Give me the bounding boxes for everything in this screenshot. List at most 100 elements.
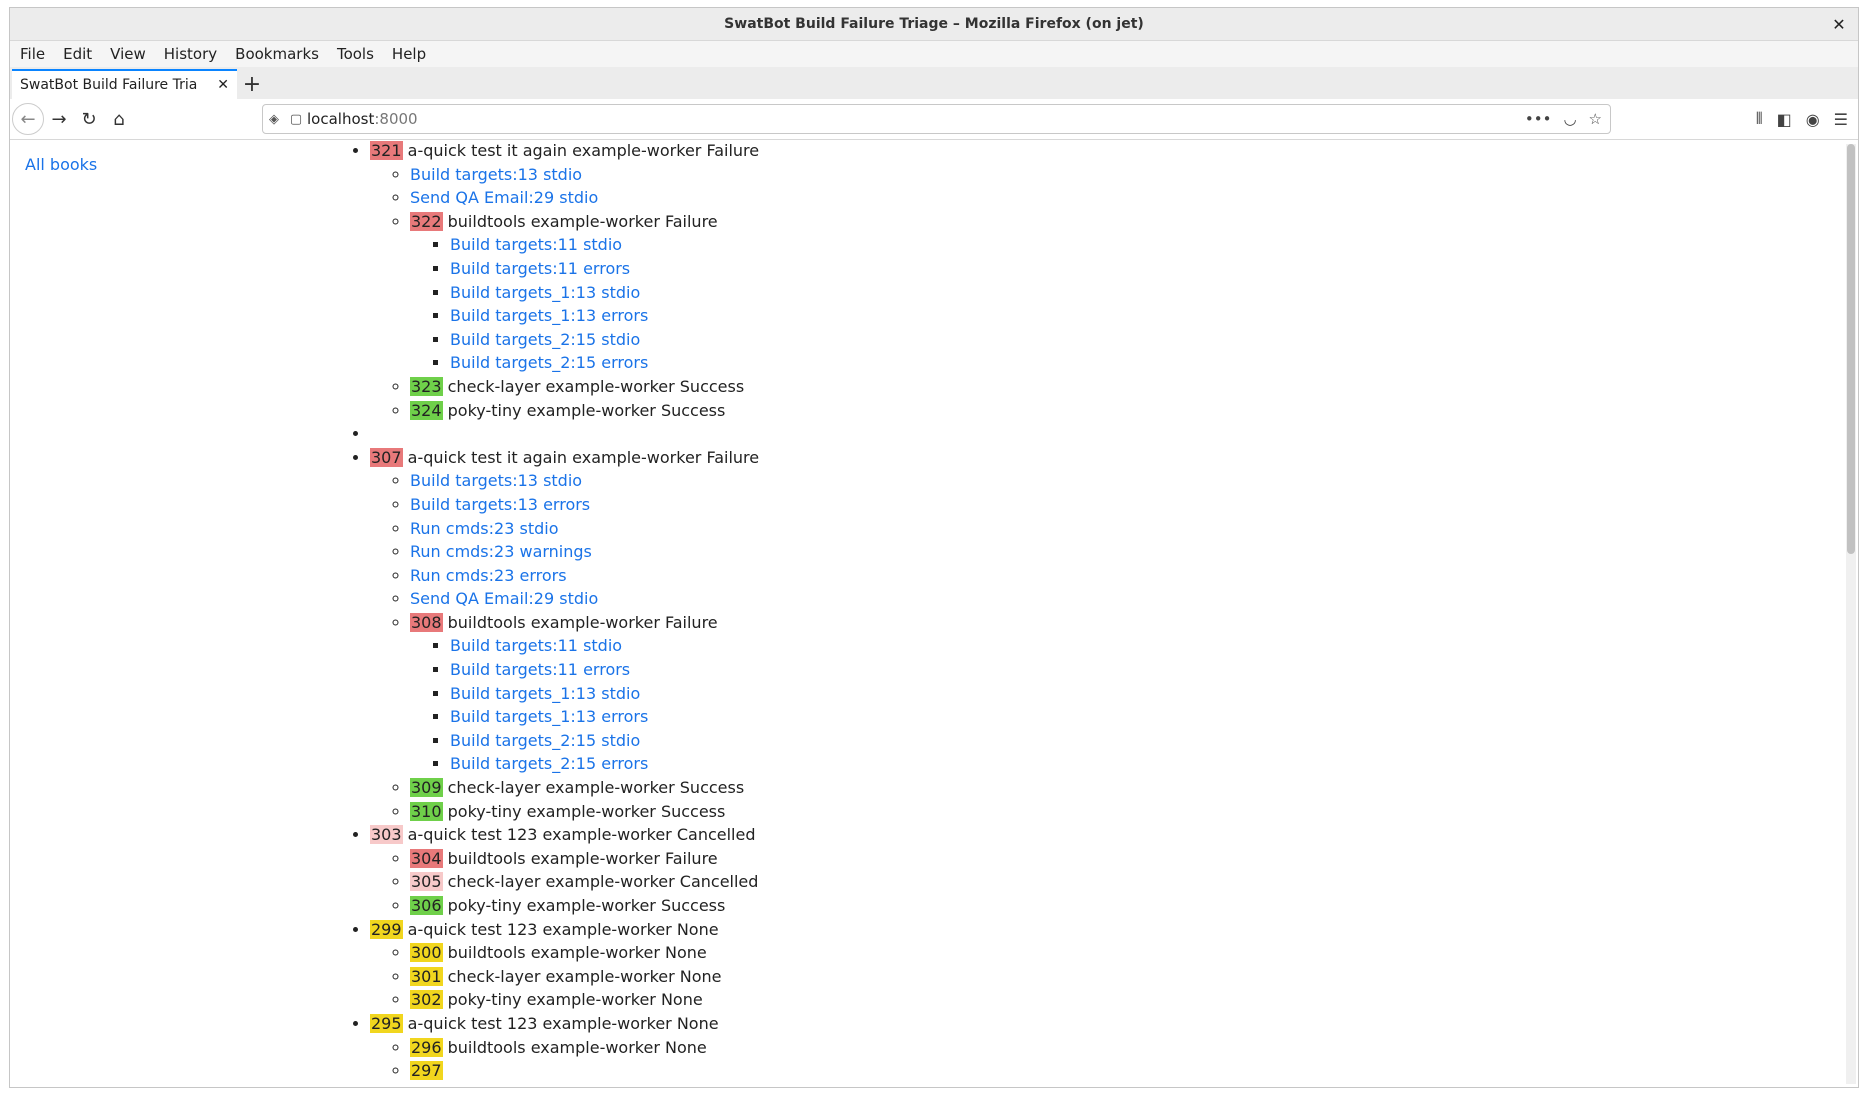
build-label: a-quick test it again example-worker Fai… bbox=[402, 447, 760, 467]
sub-build-item: 322 buildtools example-worker Failure Bui… bbox=[410, 210, 759, 375]
more-actions-icon[interactable]: ••• bbox=[1525, 110, 1552, 128]
sub-build-item: 306 poky-tiny example-worker Success bbox=[410, 894, 759, 918]
menu-view[interactable]: View bbox=[110, 45, 146, 63]
build-id-badge: 303 bbox=[370, 825, 403, 845]
build-id-badge: 324 bbox=[410, 400, 443, 420]
account-icon[interactable]: ◉ bbox=[1806, 110, 1820, 129]
step-item: Build targets:13 stdio bbox=[410, 469, 759, 493]
step-log-link[interactable]: Send QA Email:29 stdio bbox=[410, 589, 598, 608]
bookmark-star-icon[interactable]: ☆ bbox=[1589, 110, 1602, 128]
build-label: a-quick test 123 example-worker None bbox=[402, 919, 719, 939]
build-id-badge: 322 bbox=[410, 211, 443, 231]
reload-button[interactable]: ↻ bbox=[74, 104, 104, 134]
step-log-link[interactable]: Run cmds:23 errors bbox=[410, 566, 567, 585]
menu-bookmarks[interactable]: Bookmarks bbox=[235, 45, 319, 63]
step-item: Build targets_1:13 errors bbox=[450, 304, 759, 328]
tab-active[interactable]: SwatBot Build Failure Tria ✕ bbox=[12, 69, 237, 99]
url-bar[interactable]: ◈ ▢ localhost:8000 ••• ◡ ☆ bbox=[262, 104, 1611, 134]
all-books-link[interactable]: All books bbox=[25, 155, 97, 174]
build-label: a-quick test 123 example-worker None bbox=[402, 1013, 719, 1033]
step-log-link[interactable]: Build targets:13 stdio bbox=[410, 471, 582, 490]
step-log-link[interactable]: Build targets_1:13 errors bbox=[450, 707, 648, 726]
hamburger-menu-icon[interactable]: ☰ bbox=[1834, 110, 1848, 129]
home-button[interactable]: ⌂ bbox=[104, 104, 134, 134]
scrollbar[interactable] bbox=[1846, 144, 1856, 1084]
build-label: buildtools example-worker None bbox=[442, 1037, 707, 1057]
new-tab-button[interactable]: + bbox=[237, 69, 267, 99]
sub-build-item: 308 buildtools example-worker Failure Bui… bbox=[410, 611, 759, 776]
pocket-icon[interactable]: ◡ bbox=[1563, 110, 1576, 128]
build-label: poky-tiny example-worker Success bbox=[442, 896, 726, 915]
step-log-link[interactable]: Send QA Email:29 stdio bbox=[410, 188, 598, 207]
build-id-badge: 302 bbox=[410, 990, 443, 1010]
menu-tools[interactable]: Tools bbox=[337, 45, 374, 63]
close-icon[interactable]: ✕ bbox=[1828, 13, 1850, 35]
build-id-badge: 297 bbox=[410, 1061, 443, 1081]
step-item: Build targets_1:13 errors bbox=[450, 705, 759, 729]
back-button[interactable]: ← bbox=[12, 103, 44, 135]
sub-build-item: 304 buildtools example-worker Failure bbox=[410, 847, 759, 871]
build-label: buildtools example-worker Failure bbox=[442, 612, 718, 632]
title-bar: SwatBot Build Failure Triage – Mozilla F… bbox=[10, 8, 1858, 41]
step-log-link[interactable]: Build targets:13 errors bbox=[410, 495, 590, 514]
step-log-link[interactable]: Build targets:13 stdio bbox=[410, 165, 582, 184]
step-item: Build targets_1:13 stdio bbox=[450, 682, 759, 706]
build-label: a-quick test 123 example-worker Cancelle… bbox=[402, 825, 756, 845]
forward-button[interactable]: → bbox=[44, 104, 74, 134]
sub-build-item: 301 check-layer example-worker None bbox=[410, 965, 759, 989]
menu-history[interactable]: History bbox=[164, 45, 217, 63]
step-item: Build targets_2:15 errors bbox=[450, 351, 759, 375]
tab-close-icon[interactable]: ✕ bbox=[217, 77, 229, 93]
step-log-link[interactable]: Build targets:11 errors bbox=[450, 660, 630, 679]
library-icon[interactable]: ⫴ bbox=[1756, 109, 1763, 129]
build-item: 299 a-quick test 123 example-worker None… bbox=[370, 918, 759, 1012]
tab-strip: SwatBot Build Failure Tria ✕ + bbox=[10, 67, 1858, 99]
scrollbar-thumb[interactable] bbox=[1847, 144, 1855, 554]
sub-build-item: 297 bbox=[410, 1059, 759, 1083]
sub-build-item: 324 poky-tiny example-worker Success bbox=[410, 399, 759, 423]
step-log-link[interactable]: Build targets_1:13 stdio bbox=[450, 283, 640, 302]
step-item: Build targets:13 errors bbox=[410, 493, 759, 517]
step-log-link[interactable]: Build targets_2:15 stdio bbox=[450, 731, 640, 750]
step-log-link[interactable]: Run cmds:23 stdio bbox=[410, 519, 558, 538]
build-label: poky-tiny example-worker None bbox=[442, 990, 703, 1010]
step-item: Build targets:13 stdio bbox=[410, 163, 759, 187]
build-label: buildtools example-worker Failure bbox=[442, 211, 718, 231]
build-id-badge: 295 bbox=[370, 1013, 403, 1033]
step-log-link[interactable]: Build targets:11 stdio bbox=[450, 636, 622, 655]
build-id-badge: 296 bbox=[410, 1037, 443, 1057]
step-log-link[interactable]: Build targets:11 stdio bbox=[450, 235, 622, 254]
shield-icon[interactable]: ◈ bbox=[263, 112, 285, 127]
step-log-link[interactable]: Build targets_1:13 errors bbox=[450, 306, 648, 325]
sub-build-item: 296 buildtools example-worker None bbox=[410, 1036, 759, 1060]
step-log-link[interactable]: Build targets_2:15 errors bbox=[450, 754, 648, 773]
menu-edit[interactable]: Edit bbox=[63, 45, 92, 63]
build-label: poky-tiny example-worker Success bbox=[442, 801, 726, 821]
step-log-link[interactable]: Build targets_2:15 stdio bbox=[450, 330, 640, 349]
build-id-badge: 321 bbox=[370, 141, 403, 160]
build-tree: 321 a-quick test it again example-worker… bbox=[330, 139, 759, 1083]
step-item: Build targets_2:15 stdio bbox=[450, 328, 759, 352]
build-item: 321 a-quick test it again example-worker… bbox=[370, 139, 759, 422]
menu-file[interactable]: File bbox=[20, 45, 45, 63]
menu-help[interactable]: Help bbox=[392, 45, 426, 63]
build-label: a-quick test it again example-worker Fai… bbox=[402, 141, 760, 160]
build-id-badge: 310 bbox=[410, 801, 443, 821]
step-log-link[interactable]: Build targets_1:13 stdio bbox=[450, 684, 640, 703]
step-item: Build targets_1:13 stdio bbox=[450, 281, 759, 305]
sidebar-icon[interactable]: ◧ bbox=[1777, 110, 1792, 129]
step-item: Build targets_2:15 errors bbox=[450, 752, 759, 776]
sub-build-item: 302 poky-tiny example-worker None bbox=[410, 988, 759, 1012]
window-title: SwatBot Build Failure Triage – Mozilla F… bbox=[724, 16, 1144, 32]
step-log-link[interactable]: Build targets_2:15 errors bbox=[450, 353, 648, 372]
build-id-badge: 323 bbox=[410, 376, 443, 396]
step-item: Build targets:11 errors bbox=[450, 257, 759, 281]
build-id-badge: 299 bbox=[370, 919, 403, 939]
url-port: :8000 bbox=[374, 110, 418, 128]
build-id-badge: 306 bbox=[410, 896, 443, 915]
step-log-link[interactable]: Build targets:11 errors bbox=[450, 259, 630, 278]
tab-title: SwatBot Build Failure Tria bbox=[20, 77, 198, 93]
step-log-link[interactable]: Run cmds:23 warnings bbox=[410, 542, 592, 561]
sub-build-item: 323 check-layer example-worker Success bbox=[410, 375, 759, 399]
step-item: Build targets_2:15 stdio bbox=[450, 729, 759, 753]
